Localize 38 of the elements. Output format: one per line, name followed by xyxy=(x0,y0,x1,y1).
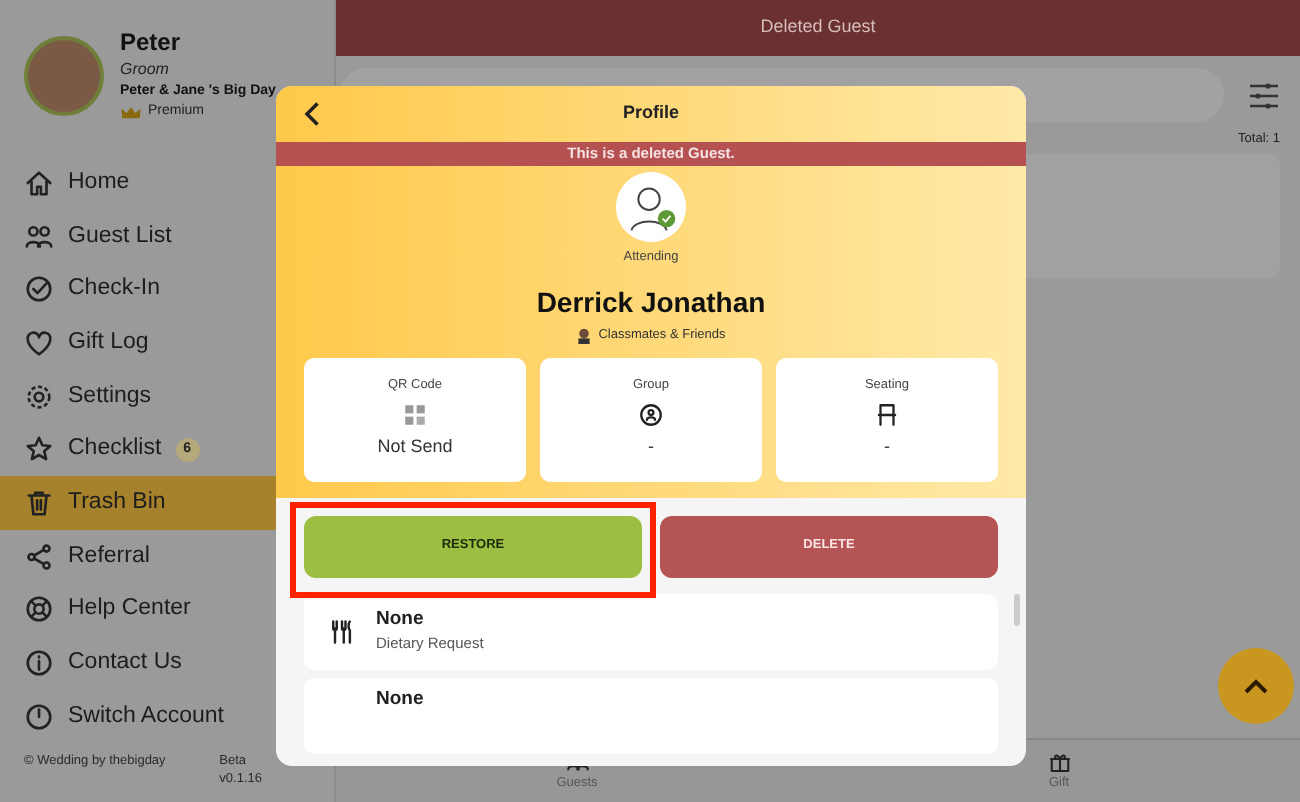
home-icon xyxy=(24,168,54,199)
sidebar-item[interactable]: Guest List xyxy=(0,209,334,264)
card-value: - xyxy=(648,434,654,461)
user-name: Peter xyxy=(120,28,183,58)
sidebar-item[interactable]: Help Center xyxy=(0,583,334,637)
guest-avatar-icon xyxy=(616,172,686,242)
filter-icon[interactable] xyxy=(1248,81,1280,109)
lifebuoy-icon xyxy=(24,594,54,625)
cutlery-icon xyxy=(328,617,356,645)
person-icon xyxy=(576,327,593,344)
person-circle-icon xyxy=(638,402,664,429)
settings-icon xyxy=(24,381,54,412)
gift-icon xyxy=(1047,749,1071,774)
crown-icon xyxy=(120,105,142,120)
heart-icon xyxy=(24,328,54,359)
detail-value: None xyxy=(376,606,426,633)
scrollbar xyxy=(1014,594,1020,626)
card-value: - xyxy=(884,434,890,461)
avatar-circle xyxy=(24,36,104,116)
guest-name: Derrick Jonathan xyxy=(534,283,768,320)
chair-icon xyxy=(874,402,900,429)
user-role: Groom xyxy=(120,58,171,80)
star-icon xyxy=(24,434,54,465)
dialog-title: Profile xyxy=(622,100,679,127)
card-value: Not Send xyxy=(377,434,453,461)
info-icon xyxy=(24,648,54,679)
trash-icon xyxy=(24,488,54,519)
detail-value: None xyxy=(376,685,424,711)
power-icon xyxy=(24,701,54,732)
sidebar-item[interactable]: Contact Us xyxy=(0,636,334,690)
check-circle-icon xyxy=(24,274,54,305)
qr-code-icon xyxy=(402,402,428,429)
share-icon xyxy=(24,541,54,572)
sidebar-item[interactable]: Gift Log xyxy=(0,316,334,370)
page-title: Deleted Guest xyxy=(336,0,1300,56)
sidebar-item[interactable]: Settings xyxy=(0,369,334,424)
sidebar-item[interactable]: Switch Account xyxy=(0,689,334,744)
sidebar-item[interactable]: Check-In xyxy=(0,263,334,317)
